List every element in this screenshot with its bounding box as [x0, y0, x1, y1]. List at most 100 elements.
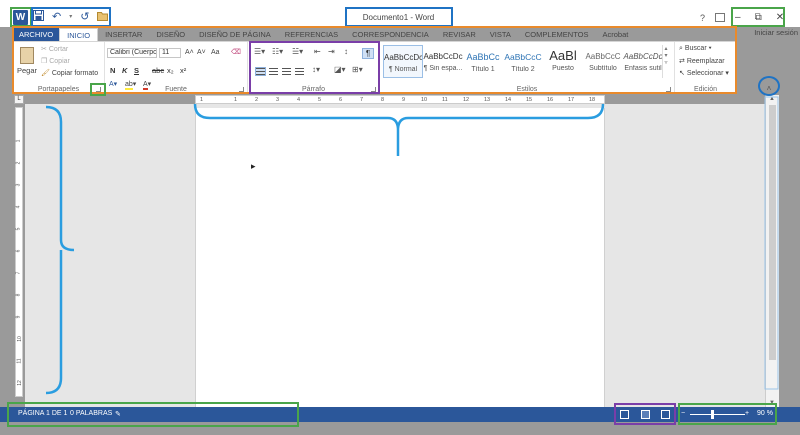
scroll-up-icon[interactable]: ▲ [769, 96, 775, 102]
tab-archivo[interactable]: ARCHIVO [13, 28, 60, 41]
find-button[interactable]: ⌕ Buscar ▾ [679, 45, 712, 53]
underline-button[interactable]: S [134, 66, 139, 75]
tab-selector-icon[interactable]: L [14, 95, 24, 104]
zoom-slider-track[interactable] [690, 414, 745, 415]
tab-inicio[interactable]: INICIO [59, 27, 99, 42]
clear-formatting-icon[interactable]: ⌫ [231, 48, 241, 56]
tab-diseno[interactable]: DISEÑO [149, 28, 192, 41]
styles-gallery-scroll[interactable]: ▴ ▾ ▿ [662, 45, 669, 78]
format-painter-button[interactable]: 🖌 Copiar formato [41, 69, 98, 77]
style-subtitulo[interactable]: AaBbCcC Subtítulo [583, 45, 623, 78]
open-folder-icon[interactable] [97, 11, 109, 25]
document-page[interactable] [195, 108, 605, 407]
minimize-icon[interactable]: – [735, 12, 741, 24]
tab-referencias[interactable]: REFERENCIAS [278, 28, 345, 41]
style-normal[interactable]: AaBbCcDc ¶ Normal [383, 45, 423, 78]
style-puesto[interactable]: AaBl Puesto [543, 45, 583, 78]
line-spacing-icon[interactable]: ↕▾ [312, 65, 320, 74]
brush-icon: 🖌 [41, 70, 50, 77]
font-launcher-icon[interactable] [239, 87, 244, 92]
superscript-button[interactable]: x² [180, 66, 186, 75]
restore-icon[interactable]: ⧉ [755, 12, 762, 24]
grow-font-button[interactable]: A˄ [185, 49, 194, 56]
paragraph-launcher-icon[interactable] [371, 87, 376, 92]
shading-icon[interactable]: ◪▾ [334, 65, 346, 74]
zoom-out-button[interactable]: − [681, 410, 685, 417]
tab-vista[interactable]: VISTA [483, 28, 518, 41]
scrollbar-thumb[interactable] [769, 105, 776, 360]
zoom-in-button[interactable]: + [745, 410, 749, 417]
align-left-icon[interactable] [255, 67, 266, 76]
bullets-icon[interactable]: ☰▾ [254, 47, 265, 56]
replace-label: Reemplazar [686, 58, 725, 65]
replace-button[interactable]: ⇄ Reemplazar [679, 57, 725, 65]
font-size-select[interactable]: 11 [159, 48, 181, 58]
clipboard-group-label: Portapapeles [37, 86, 80, 93]
style-titulo-2[interactable]: AaBbCcC Título 2 [503, 45, 543, 78]
justify-icon[interactable] [295, 68, 304, 75]
style-sin-espaciado[interactable]: AaBbCcDc ¶ Sin espa... [423, 45, 463, 78]
ruler-tick: 4 [297, 97, 301, 103]
paste-button[interactable]: Pegar [17, 66, 37, 75]
ruler-tick: 4 [15, 205, 22, 209]
read-mode-icon[interactable] [620, 410, 629, 419]
zoom-level[interactable]: 90 % [757, 410, 773, 417]
ruler-tick: 8 [381, 97, 385, 103]
align-center-icon[interactable] [269, 68, 278, 75]
tab-insertar[interactable]: INSERTAR [98, 28, 149, 41]
cursor-icon: ↖ [679, 70, 685, 77]
close-icon[interactable]: ✕ [776, 12, 784, 24]
horizontal-ruler[interactable]: 1 1 2 3 4 5 6 7 8 9 10 11 12 13 14 15 16… [195, 95, 605, 104]
font-name-select[interactable]: Calibri (Cuerpo) [107, 48, 157, 58]
tab-acrobat[interactable]: Acrobat [596, 28, 636, 41]
decrease-indent-icon[interactable]: ⇤ [314, 47, 321, 56]
clipboard-paste-icon[interactable] [20, 47, 34, 64]
style-titulo-1[interactable]: AaBbCc Título 1 [463, 45, 503, 78]
tab-revisar[interactable]: REVISAR [436, 28, 483, 41]
proofing-icon[interactable]: ✎ [115, 410, 121, 418]
vertical-ruler[interactable]: 1 2 3 4 5 6 7 8 9 10 11 12 [15, 107, 23, 397]
page-count[interactable]: PÁGINA 1 DE 1 [18, 410, 67, 417]
multilevel-list-icon[interactable]: ☱▾ [292, 47, 303, 56]
styles-launcher-icon[interactable] [666, 87, 671, 92]
increase-indent-icon[interactable]: ⇥ [328, 47, 335, 56]
tab-diseno-de-pagina[interactable]: DISEÑO DE PÁGINA [192, 28, 278, 41]
save-icon[interactable] [33, 10, 44, 25]
clipboard-group: Pegar ✂ Cortar ❐ Copiar 🖌 Copiar formato… [13, 42, 105, 94]
align-right-icon[interactable] [282, 68, 291, 75]
tab-complementos[interactable]: COMPLEMENTOS [518, 28, 596, 41]
word-app-icon[interactable]: W [13, 10, 28, 25]
word-count[interactable]: 0 PALABRAS [70, 410, 112, 417]
zoom-slider-thumb[interactable] [711, 410, 714, 419]
redo-icon[interactable]: ↺ [80, 11, 89, 24]
shrink-font-button[interactable]: A˅ [197, 49, 206, 56]
tab-correspondencia[interactable]: CORRESPONDENCIA [345, 28, 436, 41]
web-layout-icon[interactable] [661, 410, 670, 419]
bold-button[interactable]: N [110, 66, 115, 75]
italic-button[interactable]: K [122, 66, 127, 75]
help-button[interactable]: ? [700, 13, 705, 23]
borders-icon[interactable]: ⊞▾ [352, 65, 363, 74]
select-button[interactable]: ↖ Seleccionar ▾ [679, 69, 729, 77]
show-formatting-button[interactable]: ¶ [362, 48, 374, 59]
ruler-tick: 7 [15, 271, 22, 275]
numbering-icon[interactable]: ☷▾ [272, 47, 283, 56]
style-enfasis-sutil[interactable]: AaBbCcDc Énfasis sutil [623, 45, 663, 78]
vertical-scrollbar[interactable]: ▲ ▼ [765, 95, 779, 407]
strikethrough-button[interactable]: abc [152, 66, 164, 75]
sign-in-link[interactable]: Iniciar sesión [754, 28, 798, 37]
cut-button[interactable]: ✂ Cortar [41, 45, 68, 53]
print-layout-icon[interactable] [641, 410, 650, 419]
subscript-button[interactable]: x₂ [167, 66, 174, 75]
undo-icon[interactable]: ↶ [52, 11, 61, 24]
collapse-ribbon-icon[interactable]: ˄ [764, 84, 774, 94]
change-case-button[interactable]: Aa [211, 49, 220, 56]
select-label: Seleccionar [686, 70, 724, 77]
chevron-down-icon[interactable]: ▾ [69, 11, 72, 24]
scroll-down-icon[interactable]: ▼ [769, 400, 775, 406]
copy-button[interactable]: ❐ Copiar [41, 57, 70, 65]
ruler-tick: 1 [15, 139, 22, 143]
clipboard-launcher-icon[interactable] [96, 87, 101, 92]
ribbon-display-options-icon[interactable] [715, 13, 725, 22]
sort-icon[interactable]: ↕ [344, 47, 348, 56]
